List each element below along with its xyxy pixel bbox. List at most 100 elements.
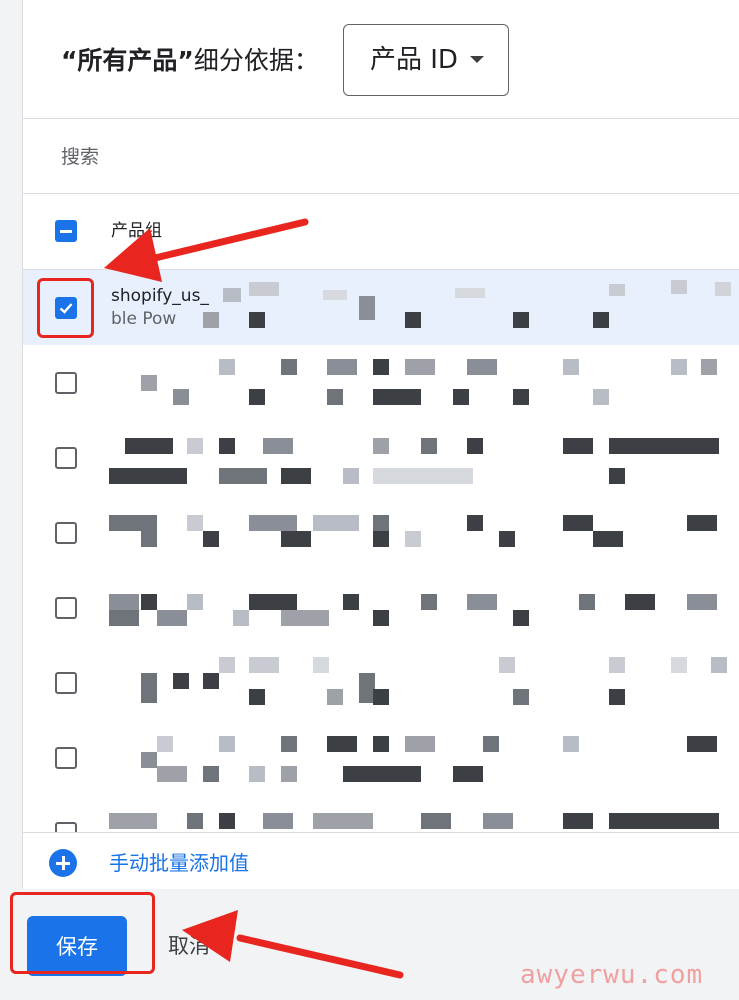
pixelated-text-block — [327, 736, 357, 752]
pixelated-text-block — [249, 312, 265, 328]
pixelated-text-block — [125, 438, 173, 454]
pixelated-text-block — [359, 296, 375, 320]
pixelated-text-block — [203, 766, 219, 782]
pixelated-text-block — [671, 280, 687, 294]
pixelated-text-block — [233, 610, 249, 626]
pixelated-text-block — [187, 515, 203, 531]
pixelated-text-block — [467, 359, 497, 375]
row-checkbox[interactable] — [55, 672, 77, 694]
segment-title: “所有产品”细分依据： — [61, 44, 319, 78]
pixelated-text-block — [109, 468, 187, 484]
pixelated-text-block — [203, 531, 219, 547]
pixelated-text-block — [157, 766, 187, 782]
pixelated-text-block — [141, 594, 157, 610]
pixelated-text-block — [513, 689, 529, 705]
pixelated-text-block — [187, 813, 203, 829]
pixelated-text-block — [421, 813, 451, 829]
pixelated-text-block — [219, 736, 235, 752]
pixelated-text-block — [405, 531, 421, 547]
pixelated-text-block — [157, 736, 173, 752]
pixelated-text-block — [455, 288, 485, 298]
pixelated-text-block — [421, 438, 437, 454]
pixelated-text-block — [187, 438, 203, 454]
pixelated-text-block — [687, 736, 717, 752]
pixelated-text-block — [715, 282, 731, 296]
pixelated-text-block — [373, 359, 389, 375]
pixelated-text-block — [373, 515, 389, 531]
search-bar — [23, 119, 739, 194]
row-checkbox[interactable] — [55, 597, 77, 619]
row-checkbox[interactable] — [55, 447, 77, 469]
table-row[interactable] — [23, 570, 739, 645]
table-row[interactable]: shopify_us_ ble Pow — [23, 270, 739, 345]
row-checkbox[interactable] — [55, 822, 77, 832]
pixelated-text-block — [219, 468, 267, 484]
pixelated-text-block — [467, 594, 497, 610]
pixelated-text-block — [453, 766, 483, 782]
add-values-bar[interactable]: 手动批量添加值 — [23, 832, 739, 889]
pixelated-text-block — [563, 736, 579, 752]
column-header-product-group: 产品组 — [111, 221, 162, 241]
pixelated-text-block — [281, 359, 297, 375]
table-row[interactable] — [23, 420, 739, 495]
pixelated-text-block — [313, 515, 359, 531]
pixelated-text-block — [373, 468, 473, 484]
pixelated-text-block — [249, 594, 297, 610]
pixelated-text-block — [609, 657, 625, 673]
segment-dialog-panel: “所有产品”细分依据： 产品 ID 产品组 shopify_us_ ble Po… — [22, 0, 739, 889]
pixelated-text-block — [711, 657, 727, 673]
search-input[interactable] — [59, 141, 663, 173]
pixelated-text-block — [467, 515, 483, 531]
select-all-checkbox[interactable] — [55, 220, 77, 242]
segment-by-dropdown[interactable]: 产品 ID — [343, 24, 509, 96]
cancel-button[interactable]: 取消 — [168, 930, 210, 962]
pixelated-text-block — [173, 389, 189, 405]
pixelated-text-block — [563, 813, 593, 829]
dropdown-caret-icon — [470, 56, 484, 63]
pixelated-text-block — [281, 531, 311, 547]
pixelated-text-block — [263, 813, 293, 829]
product-list: shopify_us_ ble Pow — [23, 270, 739, 832]
pixelated-text-block — [281, 766, 297, 782]
table-row[interactable] — [23, 645, 739, 720]
pixelated-text-block — [141, 375, 157, 391]
add-circle-icon[interactable] — [49, 849, 77, 877]
table-row[interactable] — [23, 720, 739, 795]
save-highlight-box — [10, 892, 155, 974]
pixelated-text-block — [483, 813, 513, 829]
pixelated-text-block — [281, 468, 311, 484]
table-row[interactable] — [23, 795, 739, 832]
add-values-manually-link[interactable]: 手动批量添加值 — [109, 850, 249, 876]
pixelated-text-block — [223, 288, 241, 302]
pixelated-text-block — [373, 531, 389, 547]
row-checkbox[interactable] — [55, 372, 77, 394]
row-checkbox[interactable] — [55, 747, 77, 769]
pixelated-text-block — [263, 438, 293, 454]
pixelated-text-block — [513, 312, 529, 328]
pixelated-text-block — [281, 610, 329, 626]
pixelated-text-block — [373, 736, 389, 752]
pixelated-text-block — [593, 531, 623, 547]
pixelated-text-block — [563, 359, 579, 375]
table-row[interactable] — [23, 495, 739, 570]
segment-by-value: 产品 ID — [370, 45, 458, 75]
pixelated-text-block — [219, 657, 235, 673]
pixelated-text-block — [609, 689, 625, 705]
pixelated-text-block — [467, 438, 483, 454]
pixelated-text-block — [327, 689, 343, 705]
pixelated-text-block — [141, 673, 157, 703]
pixelated-text-block — [327, 389, 343, 405]
pixelated-text-block — [249, 282, 279, 296]
pixelated-text-block — [593, 312, 609, 328]
pixelated-text-block — [109, 610, 139, 626]
row-checkbox[interactable] — [55, 522, 77, 544]
table-header: 产品组 — [23, 194, 739, 270]
pixelated-text-block — [483, 736, 499, 752]
dialog-header: “所有产品”细分依据： 产品 ID — [23, 0, 739, 119]
table-row[interactable] — [23, 345, 739, 420]
segment-title-quoted: “所有产品” — [61, 46, 194, 75]
pixelated-text-block — [249, 515, 297, 531]
pixelated-text-block — [671, 359, 687, 375]
pixelated-text-block — [249, 389, 265, 405]
pixelated-text-block — [249, 657, 279, 673]
